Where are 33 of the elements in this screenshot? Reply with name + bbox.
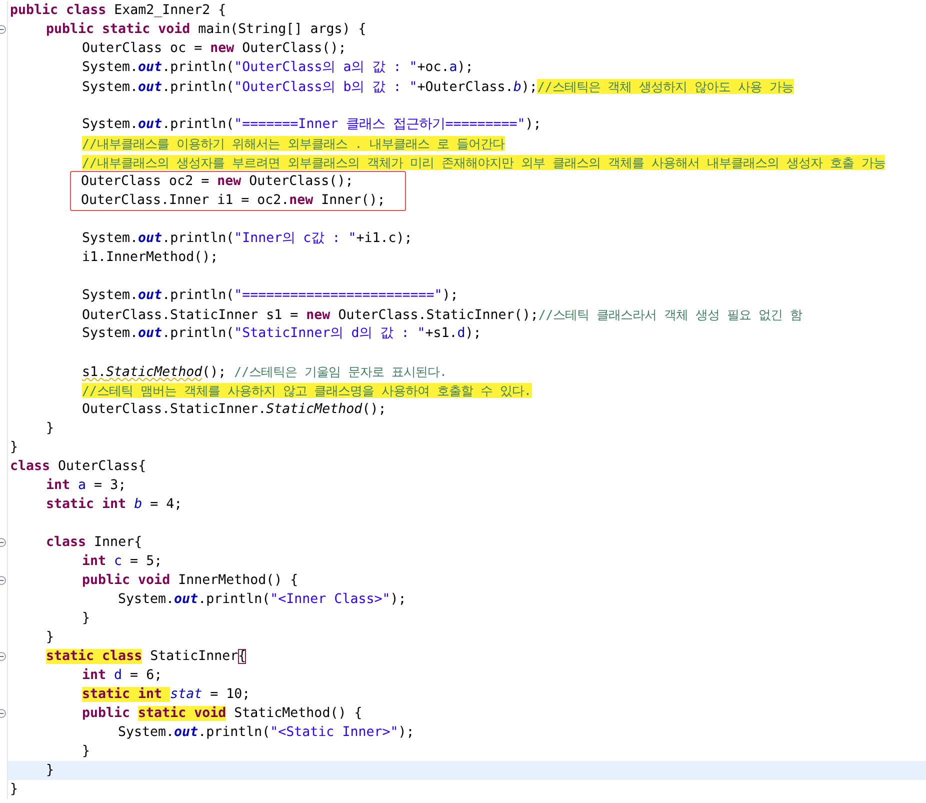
- code-line: OuterClass.Inner i1 = oc2.new Inner();: [81, 192, 386, 210]
- code-line: int c = 5;: [81, 553, 164, 571]
- code-line: public static void StaticMethod() {: [81, 705, 364, 723]
- code-line: class Inner{: [45, 534, 144, 552]
- code-line: OuterClass oc2 = new OuterClass();: [81, 173, 354, 191]
- code-line: class OuterClass{: [9, 458, 148, 476]
- code-line: System.out.println("OuterClass의 a의 값 : "+oc.a);: [81, 59, 474, 77]
- code-line: public class Exam2_Inner2 {: [9, 2, 228, 20]
- code-line: int d = 6;: [81, 667, 164, 685]
- code-line: System.out.println("<Inner Class>");: [117, 591, 408, 609]
- code-line: public static void main(String[] args) {: [45, 21, 368, 39]
- code-line: }: [9, 781, 20, 799]
- code-line: static int stat = 10;: [81, 686, 252, 704]
- code-line: }: [9, 439, 20, 457]
- code-line: System.out.println("OuterClass의 b의 값 : "+OuterClass.b);//스테틱은 객체 생성하지 않아도 사용 가능: [81, 78, 795, 96]
- code-line: public void InnerMethod() {: [81, 572, 300, 590]
- code-line: s1.StaticMethod(); //스테틱은 기울임 문자로 표시된다.: [81, 363, 448, 381]
- code-line: }: [45, 629, 56, 647]
- code-line: System.out.println("=======Inner 클래스 접근하기=========");: [81, 116, 542, 134]
- code-line: }: [45, 420, 56, 438]
- code-line: OuterClass oc = new OuterClass();: [81, 40, 348, 58]
- code-line: System.out.println("<Static Inner>");: [117, 724, 416, 742]
- code-line: System.out.println("StaticInner의 d의 값 : "+s1.d);: [81, 325, 482, 343]
- code-line: OuterClass.StaticInner s1 = new OuterClass.StaticInner();//스테틱 클래스라서 객체 생성 필요 없긴 함: [81, 306, 804, 324]
- code-line: static class StaticInner{: [45, 648, 248, 666]
- code-line: OuterClass.StaticInner.StaticMethod();: [81, 401, 388, 419]
- code-line: i1.InnerMethod();: [81, 249, 220, 267]
- code-line: static int b = 4;: [45, 496, 184, 514]
- code-line: System.out.println("========================");: [81, 287, 460, 305]
- code-line: int a = 3;: [45, 477, 128, 495]
- code-line: }: [81, 610, 92, 628]
- code-line: }: [81, 743, 92, 761]
- code-line: System.out.println("Inner의 c값 : "+i1.c);: [81, 230, 414, 248]
